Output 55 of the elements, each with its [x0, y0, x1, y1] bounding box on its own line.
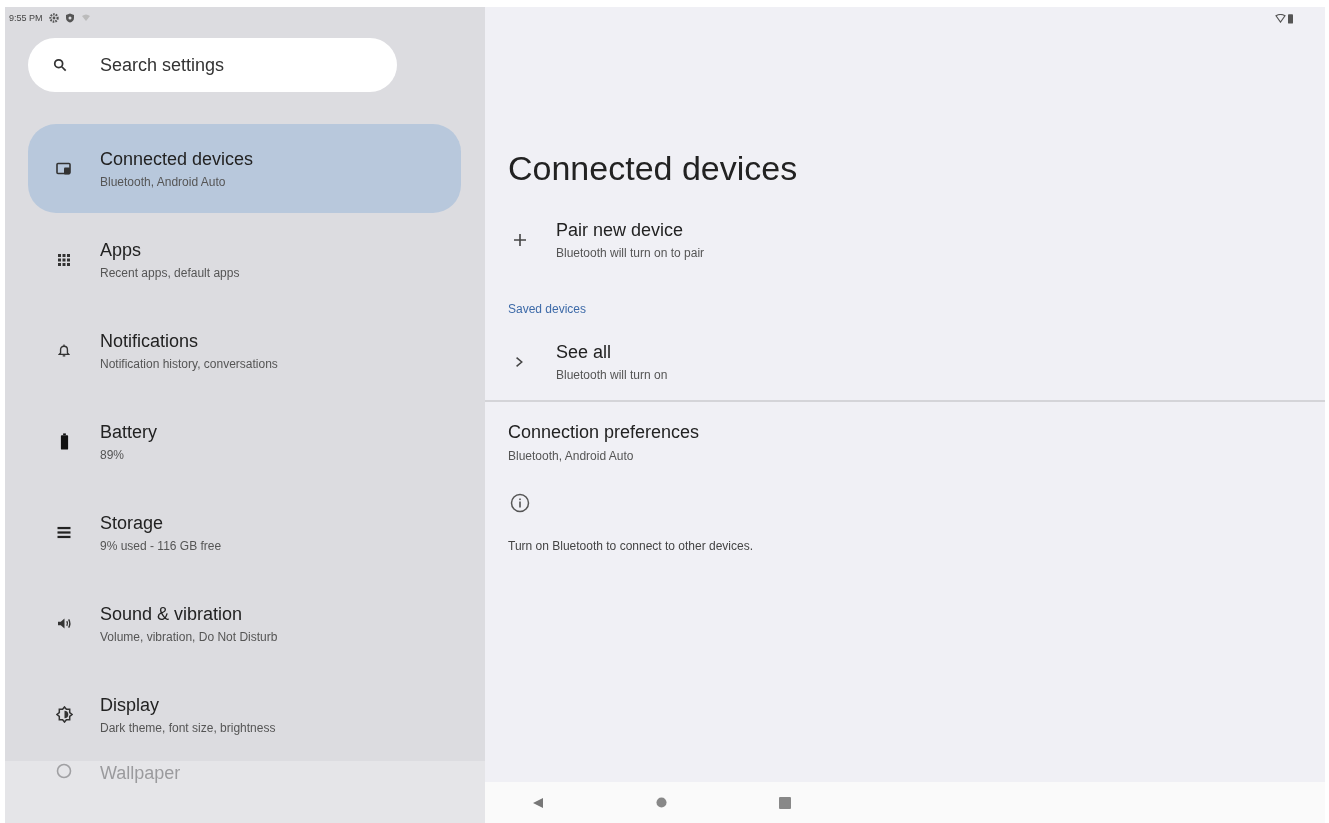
devices-icon: [56, 161, 72, 176]
pair-device-row[interactable]: Pair new device Bluetooth will turn on to pair: [485, 220, 1325, 260]
footer-text: Turn on Bluetooth to connect to other devices.: [508, 539, 755, 553]
item-title: Battery: [100, 421, 158, 443]
item-title: Display: [100, 694, 161, 716]
item-subtitle: 89%: [100, 447, 126, 462]
row-title: Connection preferences: [508, 422, 701, 443]
row-subtitle: Bluetooth will turn on: [556, 368, 668, 382]
item-title: Notifications: [100, 330, 200, 352]
signal-icon: [80, 13, 91, 23]
sidebar-item[interactable]: Sound & vibration Volume, vibration, Do Not Disturb: [28, 579, 461, 668]
sidebar-item[interactable]: Notifications Notification history, conversations: [28, 306, 461, 395]
info-icon: [510, 493, 530, 513]
sidebar-item[interactable]: Display Dark theme, font size, brightness: [28, 670, 461, 759]
recents-icon[interactable]: [779, 796, 791, 809]
row-title: See all: [556, 342, 613, 363]
search-icon: [53, 58, 67, 72]
home-icon[interactable]: [656, 797, 667, 808]
sidebar-item[interactable]: Connected devices Bluetooth, Android Auto: [28, 124, 461, 213]
storage-icon: [56, 526, 72, 539]
row-title: Pair new device: [556, 220, 685, 241]
speaker-icon: [56, 617, 72, 630]
item-title: Wallpaper: [100, 763, 181, 784]
item-title: Connected devices: [100, 148, 254, 170]
search-field[interactable]: Search settings: [28, 38, 397, 92]
see-all-row[interactable]: See all Bluetooth will turn on: [485, 342, 1325, 382]
bell-icon: [58, 343, 70, 358]
item-subtitle: 9% used - 116 GB free: [100, 538, 222, 553]
battery-icon: [1288, 13, 1293, 24]
palette-icon: [56, 763, 72, 779]
shield-icon: [64, 13, 75, 23]
section-header: Saved devices: [508, 302, 588, 316]
sidebar-item[interactable]: Battery 89%: [28, 397, 461, 486]
sidebar-item[interactable]: Apps Recent apps, default apps: [28, 215, 461, 304]
sidebar-item[interactable]: Storage 9% used - 116 GB free: [28, 488, 461, 577]
connection-preferences-row[interactable]: Connection preferences Bluetooth, Android Auto: [485, 402, 1325, 463]
row-subtitle: Bluetooth will turn on to pair: [556, 246, 705, 260]
wifi-icon: [1275, 14, 1286, 23]
item-title: Sound & vibration: [100, 603, 244, 625]
grid-icon: [57, 252, 71, 267]
item-title: Storage: [100, 512, 165, 534]
item-subtitle: Notification history, conversations: [100, 356, 278, 371]
plus-icon: [513, 233, 527, 247]
item-title: Apps: [100, 239, 143, 261]
gear-icon: [48, 13, 59, 23]
status-time: 9:55 PM: [9, 13, 43, 23]
item-subtitle: Bluetooth, Android Auto: [100, 174, 227, 189]
brightness-icon: [55, 706, 73, 723]
item-subtitle: Recent apps, default apps: [100, 265, 240, 280]
item-subtitle: Dark theme, font size, brightness: [100, 720, 276, 735]
page-title: Connected devices: [508, 149, 799, 188]
back-icon[interactable]: [532, 796, 544, 809]
battery-icon: [59, 433, 69, 450]
row-subtitle: Bluetooth, Android Auto: [508, 449, 635, 463]
item-subtitle: Volume, vibration, Do Not Disturb: [100, 629, 278, 644]
